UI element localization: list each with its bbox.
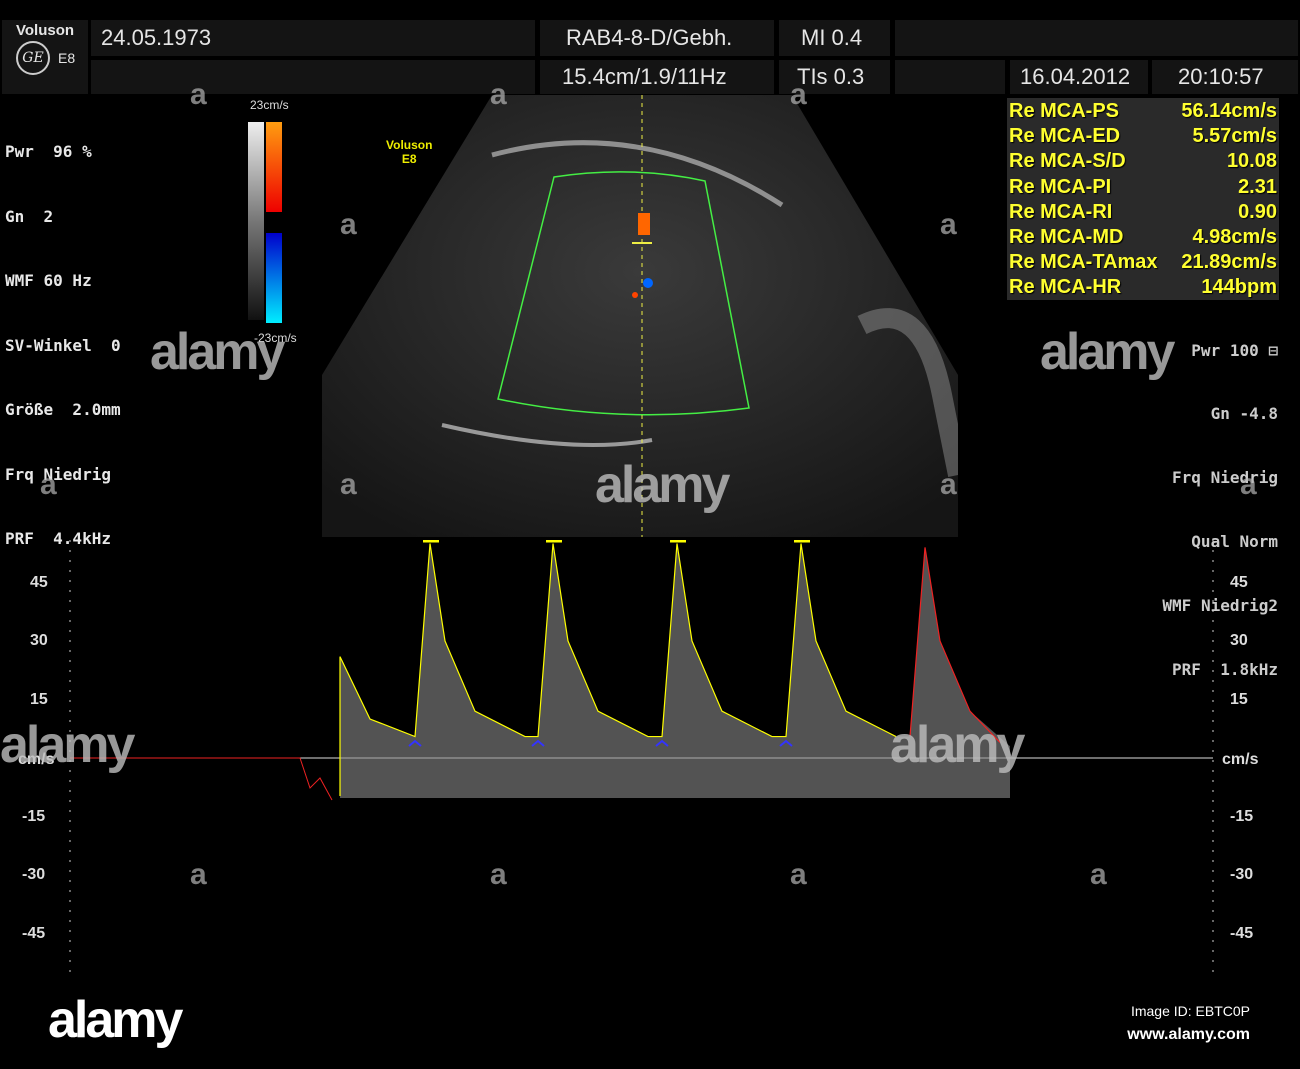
alamy-url: www.alamy.com [1127,1026,1250,1043]
left-params: Pwr 96 % Gn 2 WMF 60 Hz SV-Winkel 0 Größ… [5,98,121,571]
measurement-label: Re MCA-PS [1009,100,1120,122]
image-label: Voluson E8 [386,138,432,166]
exam-date: 16.04.2012 [1010,60,1148,94]
watermark-a: a [490,858,507,891]
measurement-label: Re MCA-TAmax [1009,251,1158,274]
measurement-row: Re MCA-S/D 10.08 [1009,149,1277,174]
axis-tick-right: 15 [1230,690,1248,708]
watermark-a: a [40,468,57,501]
measurement-row: Re MCA-PS 56.14cm/s [1009,99,1277,124]
axis-tick-right: -45 [1230,924,1254,942]
watermark-brand: alamy [595,456,730,514]
model-name: E8 [58,50,76,66]
probe-name: RAB4-8-D/Gebh. [540,20,774,56]
measurement-value: 10.08 [1226,150,1277,173]
ge-logo-icon: GE [16,41,50,75]
watermark-brand: alamy [890,716,1025,774]
watermark-a: a [790,858,807,891]
measurement-value: 5.57cm/s [1192,125,1277,148]
watermark-a: a [940,208,957,241]
watermark-a: a [790,78,807,111]
param-angle: SV-Winkel 0 [5,335,121,355]
axis-tick-right: 30 [1230,632,1248,649]
measurement-label: Re MCA-MD [1009,226,1124,249]
alamy-logo: alamy [48,991,183,1049]
axis-tick-left: 45 [30,573,48,591]
watermark-a: a [1090,858,1107,891]
axis-tick-left: 30 [30,632,48,649]
measurement-label: Re MCA-HR [1009,276,1122,299]
measurement-label: Re MCA-PI [1009,175,1112,198]
watermark-a: a [1240,468,1257,501]
param-pwr: Pwr 96 % [5,142,92,161]
measurement-row: Re MCA-TAmax 21.89cm/s [1009,250,1277,275]
watermark-brand: alamy [0,716,135,774]
image-label-model: E8 [401,152,417,166]
watermark-brand: alamy [1040,323,1175,381]
measurement-label: Re MCA-S/D [1009,150,1126,173]
param-freq: Frq Niedrig [5,464,111,484]
axis-tick-right: -30 [1230,866,1254,883]
watermark-a: a [490,78,507,111]
doppler-spectrum [69,540,1214,975]
watermark-a: a [340,208,357,241]
axis-tick-right: 45 [1230,573,1248,591]
watermark-a: a [190,78,207,111]
param-size: Größe 2.0mm [5,400,121,419]
mi-value: MI 0.4 [779,20,890,56]
patient-date: 24.05.1973 [91,20,535,56]
axis-tick-left: -30 [22,866,46,883]
measurement-value: 56.14cm/s [1181,100,1277,122]
measurement-value: 21.89cm/s [1181,251,1277,274]
measurement-value: 4.98cm/s [1192,226,1277,249]
watermark-a: a [190,858,207,891]
axis-tick-left: -45 [22,924,46,942]
measurement-value: 2.31 [1238,175,1277,198]
exam-time: 20:10:57 [1152,60,1298,94]
unit-label-right: cm/s [1222,751,1259,768]
measurement-row: Re MCA-PI 2.31 [1009,175,1277,200]
measurements-panel: Re MCA-PS 56.14cm/s Re MCA-ED 5.57cm/s Re MC… [1007,98,1279,300]
param-gain: Gn -4.8 [1210,404,1278,424]
measurement-value: 0.90 [1238,200,1277,223]
measurement-row: Re MCA-MD 4.98cm/s [1009,225,1277,250]
scale-top-label: 23cm/s [250,98,289,112]
measurement-label: Re MCA-ED [1009,125,1121,148]
measurement-row: Re MCA-RI 0.90 [1009,200,1277,225]
measurement-row: Re MCA-ED 5.57cm/s [1009,124,1277,149]
axis-tick-left: -15 [22,807,46,825]
measurement-label: Re MCA-RI [1009,200,1113,223]
blue-bar [266,233,282,323]
header-blank [895,60,1005,94]
param-wmf: WMF 60 Hz [5,271,92,290]
red-bar [266,122,282,212]
watermark-brand: alamy [150,323,285,381]
gray-bar [248,122,264,320]
watermark-a: a [340,468,357,501]
logo-block: Voluson GE E8 [2,20,88,94]
header-blank [895,20,1298,56]
axis-tick-right: -15 [1230,807,1254,825]
header-blank [91,60,535,94]
depth-info: 15.4cm/1.9/11Hz [540,60,774,94]
image-id: Image ID: EBTC0P [1130,1003,1250,1019]
image-label-brand: Voluson [386,138,433,152]
param-freq: Frq Niedrig [1172,468,1278,488]
watermark-a: a [940,468,957,501]
param-pwr: Pwr 100 ⊟ [1191,340,1278,360]
brand-name: Voluson [16,22,75,39]
param-gain: Gn 2 [5,206,54,226]
axis-tick-left: 15 [30,690,48,708]
